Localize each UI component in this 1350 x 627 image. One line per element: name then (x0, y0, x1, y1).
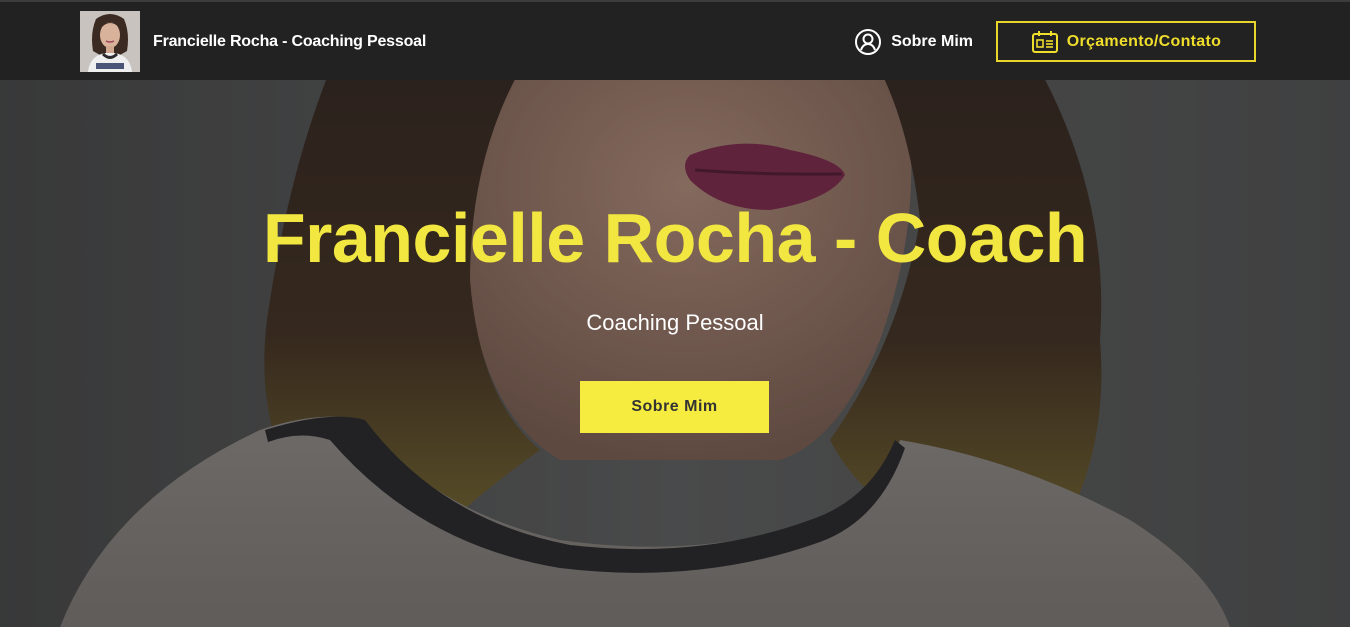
main-nav: Sobre Mim Orçamento/Contato (854, 21, 1256, 62)
navbar: Francielle Rocha - Coaching Pessoal Sobr… (0, 2, 1350, 80)
brand-title: Francielle Rocha - Coaching Pessoal (153, 32, 427, 50)
hero-about-button[interactable]: Sobre Mim (580, 381, 769, 433)
brand-link[interactable]: Francielle Rocha - Coaching Pessoal (80, 11, 426, 72)
hero-title: Francielle Rocha - Coach (262, 199, 1088, 277)
nav-contact-label: Orçamento/Contato (1066, 32, 1222, 50)
hero-subtitle: Coaching Pessoal (586, 310, 764, 335)
user-circle-icon (854, 28, 891, 56)
hero-dark-overlay (0, 80, 1350, 627)
hero-section: Francielle Rocha - Coach Coaching Pessoa… (0, 80, 1350, 627)
id-card-icon (1031, 30, 1067, 54)
nav-about-label: Sobre Mim (891, 32, 973, 50)
nav-about-link[interactable]: Sobre Mim (854, 28, 973, 56)
brand-logo-image (80, 11, 140, 72)
nav-contact-button[interactable]: Orçamento/Contato (996, 21, 1256, 62)
